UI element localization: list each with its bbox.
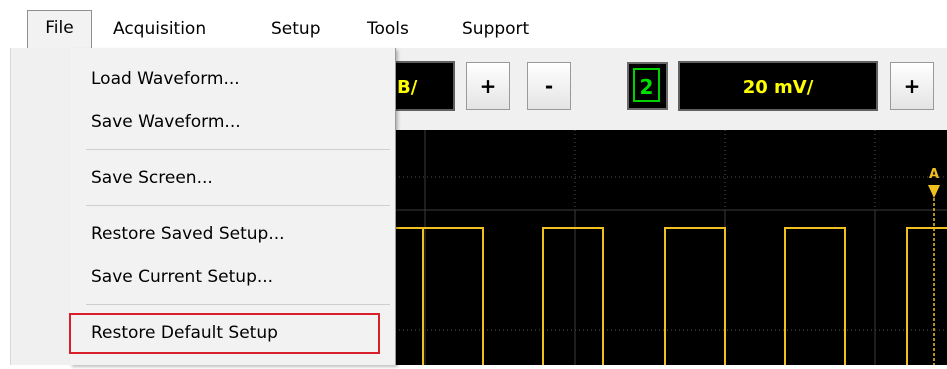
- highlight-box: [69, 313, 380, 354]
- menu-separator: [86, 304, 390, 305]
- menu-acquisition[interactable]: Acquisition: [113, 12, 206, 46]
- menu-item-save-current-setup[interactable]: Save Current Setup...: [91, 262, 273, 292]
- scale-increase-button[interactable]: +: [466, 62, 510, 110]
- channel-2-label: 2: [633, 68, 660, 102]
- waveform-trace: [395, 227, 947, 365]
- menu-setup[interactable]: Setup: [271, 12, 320, 46]
- menu-support[interactable]: Support: [462, 12, 529, 46]
- menu-bar: File Acquisition Setup Tools Support: [0, 0, 947, 48]
- menu-item-save-screen[interactable]: Save Screen...: [91, 163, 213, 193]
- channel-2-button[interactable]: 2: [627, 62, 668, 110]
- channel-scale-increase-button[interactable]: +: [890, 62, 934, 110]
- menu-file[interactable]: File: [27, 10, 92, 48]
- trigger-label: A: [929, 167, 939, 182]
- left-panel: [10, 48, 71, 365]
- menu-separator: [86, 149, 390, 150]
- waveform-display[interactable]: A: [395, 130, 947, 365]
- scale-decrease-button[interactable]: -: [527, 62, 571, 110]
- trigger-marker-icon: [928, 185, 940, 198]
- timebase-scale-display[interactable]: B/: [395, 61, 455, 111]
- menu-separator: [86, 205, 390, 206]
- channel-scale-display[interactable]: 20 mV/: [678, 61, 878, 111]
- menu-item-save-waveform[interactable]: Save Waveform...: [91, 107, 241, 137]
- menu-tools[interactable]: Tools: [367, 12, 409, 46]
- waveform-graph: A: [395, 130, 947, 365]
- graticule: [395, 130, 947, 365]
- menu-item-load-waveform[interactable]: Load Waveform...: [91, 64, 240, 94]
- menu-item-restore-saved-setup[interactable]: Restore Saved Setup...: [91, 219, 285, 249]
